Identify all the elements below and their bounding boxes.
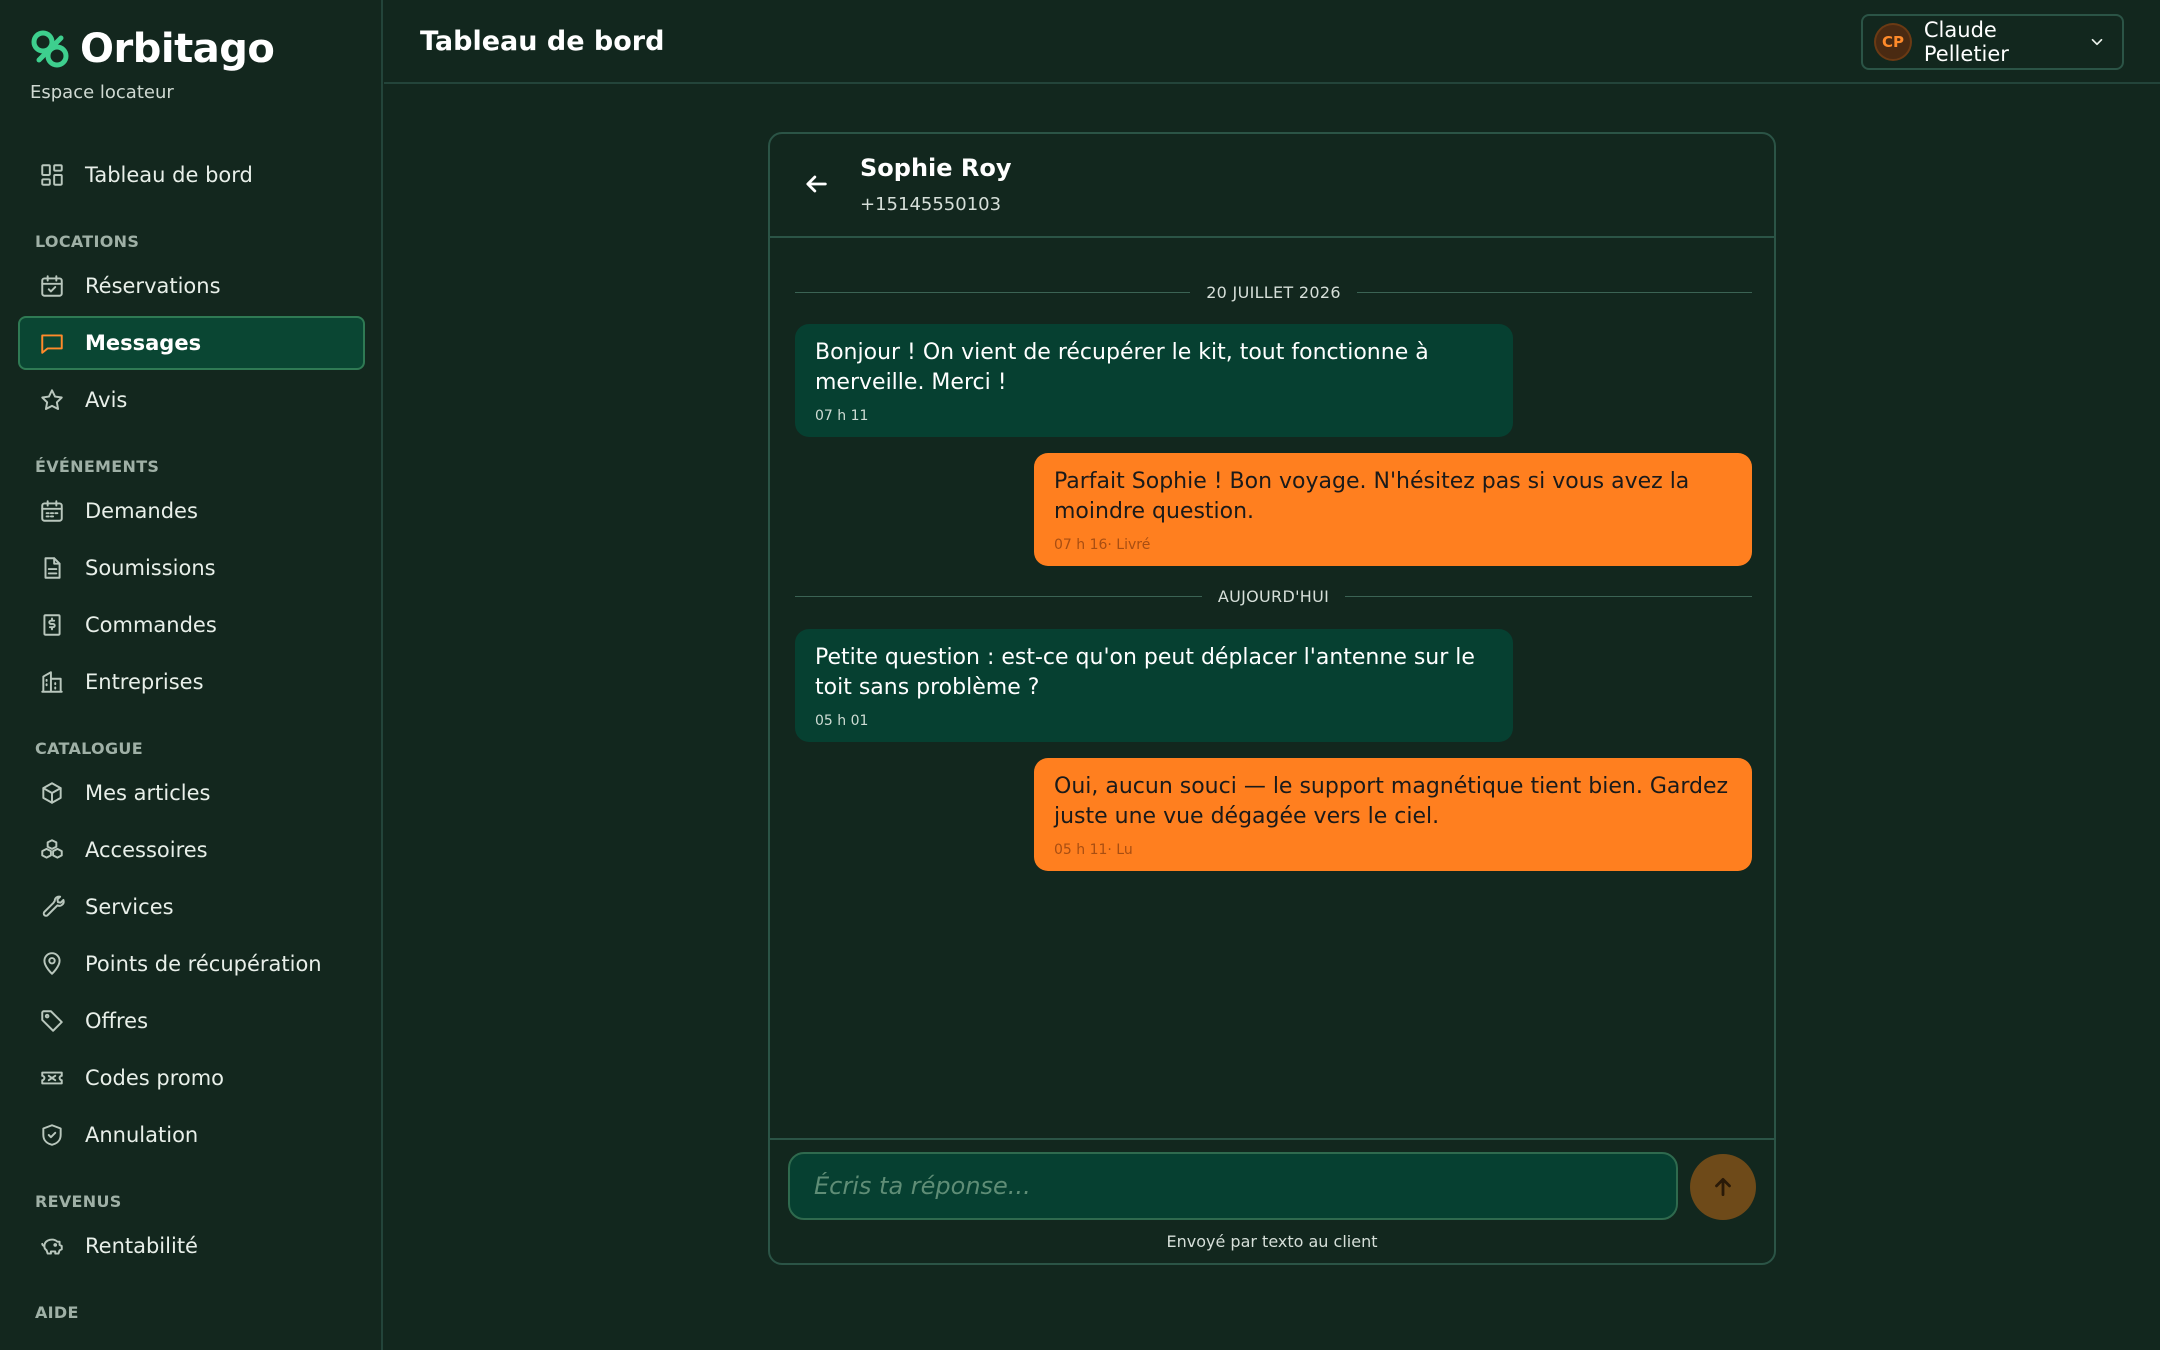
contact-name: Sophie Roy	[860, 154, 1012, 182]
shield-check-icon	[38, 1121, 66, 1149]
sidebar-item-accessoires[interactable]: Accessoires	[18, 823, 365, 877]
sidebar-item-offres[interactable]: Offres	[18, 994, 365, 1048]
sidebar-item-dashboard[interactable]: Tableau de bord	[18, 148, 365, 202]
page-title: Tableau de bord	[420, 26, 665, 57]
date-divider: 20 JUILLET 2026	[795, 280, 1753, 304]
back-arrow-icon[interactable]	[802, 170, 832, 200]
divider-line	[1356, 291, 1753, 293]
tag-icon	[38, 1007, 66, 1035]
sidebar-item-codes-promo[interactable]: Codes promo	[18, 1051, 365, 1105]
section-title-aide: AIDE	[35, 1303, 79, 1322]
message-meta: 07 h 16· Livré	[1054, 537, 1151, 553]
sidebar-item-points-recuperation[interactable]: Points de récupération	[18, 937, 365, 991]
sidebar-item-messages[interactable]: Messages	[18, 316, 365, 370]
sidebar-nav: Tableau de bord LOCATIONS Réservations M…	[18, 148, 365, 1330]
divider-line	[795, 595, 1202, 597]
sidebar-item-avis[interactable]: Avis	[18, 373, 365, 427]
sidebar-item-label: Demandes	[85, 499, 198, 523]
message-text: Petite question : est-ce qu'on peut dépl…	[815, 645, 1475, 700]
send-button[interactable]	[1690, 1154, 1756, 1220]
sidebar-item-entreprises[interactable]: Entreprises	[18, 655, 365, 709]
sidebar-item-rentabilite[interactable]: Rentabilité	[18, 1219, 365, 1273]
conversation-panel: Sophie Roy +15145550103 20 JUILLET 2026 …	[768, 132, 1776, 1265]
composer-note: Envoyé par texto au client	[1166, 1232, 1378, 1251]
sidebar-item-annulation[interactable]: Annulation	[18, 1108, 365, 1162]
star-icon	[38, 386, 66, 414]
message-bubble-incoming: Bonjour ! On vient de récupérer le kit, …	[795, 324, 1513, 437]
arrow-up-icon	[1715, 1178, 1731, 1196]
user-name: Claude Pelletier	[1923, 18, 2009, 66]
message-text: Bonjour ! On vient de récupérer le kit, …	[815, 340, 1429, 395]
sidebar-item-label: Réservations	[85, 274, 221, 298]
sidebar-item-demandes[interactable]: Demandes	[18, 484, 365, 538]
message-meta: 05 h 11· Lu	[1054, 842, 1133, 858]
date-divider-label: AUJOURD'HUI	[1217, 586, 1330, 606]
conversation-header: Sophie Roy +15145550103	[770, 134, 1774, 238]
date-divider: AUJOURD'HUI	[795, 584, 1752, 608]
sidebar-item-reservations[interactable]: Réservations	[18, 259, 365, 313]
sidebar-item-mes-articles[interactable]: Mes articles	[18, 766, 365, 820]
sidebar-item-label: Entreprises	[85, 670, 204, 694]
topbar: Tableau de bord CP Claude Pelletier	[384, 0, 2160, 84]
message-text: Oui, aucun souci — le support magnétique…	[1054, 774, 1729, 829]
message-icon	[38, 329, 66, 357]
date-divider-label: 20 JUILLET 2026	[1206, 282, 1341, 302]
boxes-icon	[38, 836, 66, 864]
chevron-down-icon	[2088, 33, 2106, 51]
message-meta: 05 h 01	[815, 713, 869, 729]
wrench-icon	[38, 893, 66, 921]
contact-phone: +15145550103	[860, 194, 1002, 215]
divider-line	[1345, 595, 1752, 597]
map-pin-icon	[38, 950, 66, 978]
composer-divider	[770, 1138, 1774, 1140]
document-icon	[38, 554, 66, 582]
sidebar-item-label: Soumissions	[85, 556, 216, 580]
calendar-list-icon	[38, 497, 66, 525]
sidebar-item-label: Rentabilité	[85, 1234, 198, 1258]
message-meta: 07 h 11	[815, 408, 869, 424]
building-icon	[38, 668, 66, 696]
brand-subtitle: Espace locateur	[30, 82, 174, 103]
message-text: Parfait Sophie ! Bon voyage. N'hésitez p…	[1054, 469, 1690, 524]
section-title-revenus: REVENUS	[35, 1192, 122, 1211]
message-bubble-outgoing: Oui, aucun souci — le support magnétique…	[1034, 758, 1752, 871]
box-icon	[38, 779, 66, 807]
brand[interactable]: Orbitago	[30, 26, 275, 72]
sidebar-item-label: Offres	[85, 1009, 149, 1033]
sidebar-item-label: Mes articles	[85, 781, 211, 805]
sidebar-item-commandes[interactable]: Commandes	[18, 598, 365, 652]
section-title-locations: LOCATIONS	[35, 232, 140, 251]
section-title-evenements: ÉVÉNEMENTS	[35, 457, 160, 476]
user-menu-button[interactable]: CP Claude Pelletier	[1861, 14, 2124, 70]
message-bubble-outgoing: Parfait Sophie ! Bon voyage. N'hésitez p…	[1034, 453, 1752, 566]
sidebar-item-label: Codes promo	[85, 1066, 225, 1090]
sidebar-item-label: Services	[85, 895, 174, 919]
sidebar-item-label: Avis	[85, 388, 128, 412]
ticket-icon	[38, 1064, 66, 1092]
sidebar-item-label: Commandes	[85, 613, 217, 637]
sidebar: Orbitago Espace locateur Tableau de bord…	[0, 0, 383, 1350]
calendar-check-icon	[38, 272, 66, 300]
section-title-catalogue: CATALOGUE	[35, 739, 143, 758]
sidebar-item-label: Tableau de bord	[85, 163, 253, 187]
brand-name: Orbitago	[80, 26, 275, 72]
sidebar-item-label: Annulation	[85, 1123, 199, 1147]
sidebar-item-label: Accessoires	[85, 838, 208, 862]
dashboard-icon	[38, 161, 66, 189]
sidebar-item-label: Messages	[85, 331, 202, 355]
orbitago-logo-icon	[31, 30, 69, 68]
reply-input[interactable]	[788, 1152, 1678, 1220]
sidebar-item-services[interactable]: Services	[18, 880, 365, 934]
sidebar-item-soumissions[interactable]: Soumissions	[18, 541, 365, 595]
sidebar-item-label: Points de récupération	[85, 952, 322, 976]
receipt-dollar-icon	[38, 611, 66, 639]
divider-line	[795, 291, 1191, 293]
piggy-bank-icon	[38, 1232, 66, 1260]
message-bubble-incoming: Petite question : est-ce qu'on peut dépl…	[795, 629, 1513, 742]
avatar: CP	[1874, 23, 1912, 61]
